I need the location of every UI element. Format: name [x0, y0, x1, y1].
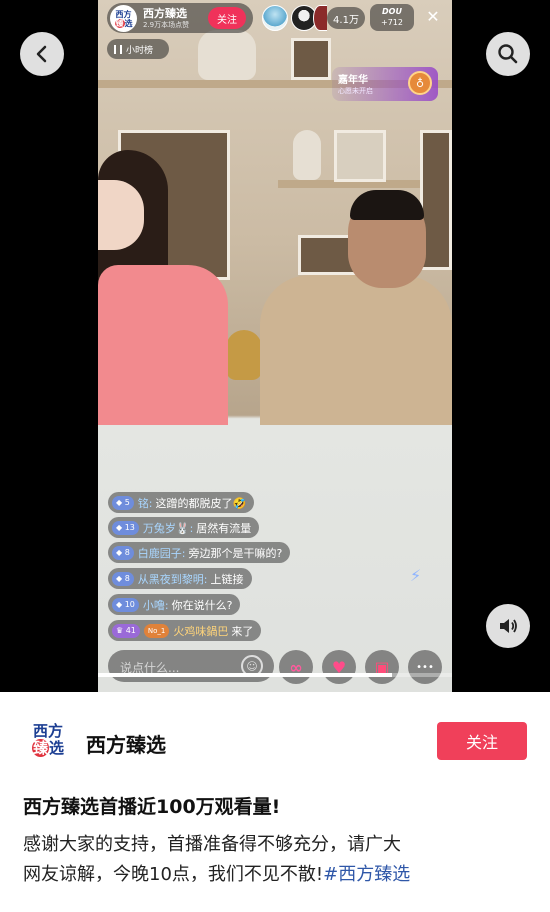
carnival-medal-icon: ♁ [408, 71, 432, 95]
chat-text: 居然有流量 [196, 521, 252, 535]
chat-text: 你在说什么? [171, 598, 233, 612]
hashtag-link[interactable]: #西方臻选 [323, 864, 410, 885]
more-icon[interactable]: ••• [408, 650, 442, 684]
playback-progress-bar[interactable] [98, 673, 452, 677]
volume-button[interactable] [486, 604, 530, 648]
audience-avatar[interactable] [262, 5, 288, 31]
chat-message: ◆ 13 万兔岁🐰: 居然有流量 [108, 517, 260, 538]
user-level-value: 13 [124, 523, 135, 532]
wall-painting [291, 38, 331, 80]
logo-char-red: 臻 [31, 739, 49, 757]
rank-bars-icon [114, 44, 122, 54]
user-level-badge: ♛ 41 [112, 623, 140, 638]
post-body-line: 感谢大家的支持，首播准备得不够充分，请广大 [23, 834, 401, 855]
post-body-text: 网友谅解，今晚10点，我们不见不散! [23, 864, 324, 885]
chat-username[interactable]: 从黑夜到黎明: [138, 571, 208, 587]
chat-username[interactable]: 万兔岁🐰: [143, 520, 193, 536]
logo-char: 选 [49, 739, 65, 757]
user-level-value: 8 [124, 548, 130, 557]
user-level-badge: ◆ 8 [112, 571, 134, 586]
carnival-title: 嘉年华 [338, 75, 368, 86]
wall-painting [334, 130, 386, 182]
search-icon [498, 44, 518, 64]
chat-username[interactable]: 小噜: [143, 597, 169, 613]
heart-icon[interactable]: ♥ [322, 650, 356, 684]
host-left-jacket [98, 265, 228, 425]
join-notice: ♛ 41 No_1 火鸡味鍋巴 来了 [108, 620, 262, 641]
host-right-hair [350, 190, 424, 220]
chat-message: ◆ 8 白鹿园子: 旁边那个是干嘛的? [108, 542, 291, 563]
back-button[interactable] [20, 32, 64, 76]
host-avatar-logo[interactable]: 西方 臻选 [110, 5, 137, 32]
post-body: 感谢大家的支持，首播准备得不够充分，请广大 网友谅解，今晚10点，我们不见不散!… [23, 830, 533, 890]
search-button[interactable] [486, 32, 530, 76]
chat-text: 上链接 [210, 572, 244, 586]
back-arrow-icon [36, 45, 47, 63]
user-level-value: 5 [124, 498, 130, 507]
post-body-line2: 网友谅解，今晚10点，我们不见不散!#西方臻选 [23, 860, 533, 890]
user-level-value: 8 [124, 574, 130, 583]
logo-char: 选 [124, 18, 133, 28]
follow-host-button[interactable]: 关注 [208, 7, 246, 29]
carnival-banner[interactable]: 嘉年华 心愿未开启 ♁ [332, 67, 438, 101]
viewer-count[interactable]: 4.1万 [327, 7, 365, 29]
host-likes: 2.9万本场点赞 [143, 21, 190, 29]
rank-label: 小时榜 [126, 45, 154, 56]
chat-text: 旁边那个是干嘛的? [188, 546, 283, 560]
logo-text-line2: 臻选 [114, 18, 133, 28]
logo-text-line2: 臻选 [31, 739, 65, 757]
user-level-badge: ◆ 10 [112, 597, 139, 612]
loop-icon[interactable]: ∞ [279, 650, 313, 684]
dou-value: +712 [381, 18, 403, 27]
vase [293, 130, 321, 180]
logo-text-line1: 西方 [115, 9, 132, 19]
speaker-icon [500, 619, 517, 633]
user-level-value: 10 [124, 600, 135, 609]
follow-button[interactable]: 关注 [437, 722, 527, 760]
join-username[interactable]: 火鸡味鍋巴 [173, 623, 228, 639]
chat-message: ◆ 5 铭: 这蹭的都脱皮了🤣 [108, 492, 255, 513]
gift-icon[interactable]: ▣ [365, 650, 399, 684]
vase [198, 30, 256, 80]
carnival-subtitle: 心愿未开启 [338, 87, 373, 95]
playback-progress-fill [98, 673, 392, 677]
hourly-rank-button[interactable]: 小时榜 [107, 39, 169, 59]
close-icon[interactable]: ✕ [422, 5, 444, 27]
lightning-icon: ⚡ [410, 566, 422, 585]
chat-text: 这蹭的都脱皮了🤣 [155, 496, 247, 510]
account-name[interactable]: 西方臻选 [86, 729, 166, 758]
chat-username[interactable]: 白鹿园子: [138, 545, 186, 561]
host-right-jacket [260, 275, 452, 425]
fan-tag-badge: No_1 [143, 623, 170, 638]
chat-message: ◆ 10 小噜: 你在说什么? [108, 594, 241, 615]
chat-username[interactable]: 铭: [138, 495, 153, 511]
user-level-value: 41 [125, 626, 136, 635]
user-level-badge: ◆ 8 [112, 545, 134, 560]
audience-avatar[interactable] [313, 5, 327, 31]
host-name: 西方臻选 [143, 7, 187, 20]
user-level-badge: ◆ 13 [112, 520, 139, 535]
dou-boost-badge[interactable]: DOU +712 [370, 4, 414, 31]
post-title: 西方臻选首播近100万观看量! [23, 796, 281, 818]
chat-message: ◆ 8 从黑夜到黎明: 上链接 [108, 568, 252, 589]
dou-label: DOU [382, 7, 402, 16]
account-avatar-logo[interactable]: 西方 臻选 [28, 720, 68, 760]
vase [226, 330, 262, 380]
user-level-badge: ◆ 5 [112, 495, 134, 510]
join-text: 来了 [231, 624, 254, 638]
live-stream-viewer[interactable]: 西方 臻选 西方臻选 2.9万本场点赞 关注 4.1万 DOU +712 ✕ 小… [0, 0, 550, 692]
logo-text-line1: 西方 [32, 722, 63, 740]
logo-char-red: 臻 [114, 18, 125, 28]
